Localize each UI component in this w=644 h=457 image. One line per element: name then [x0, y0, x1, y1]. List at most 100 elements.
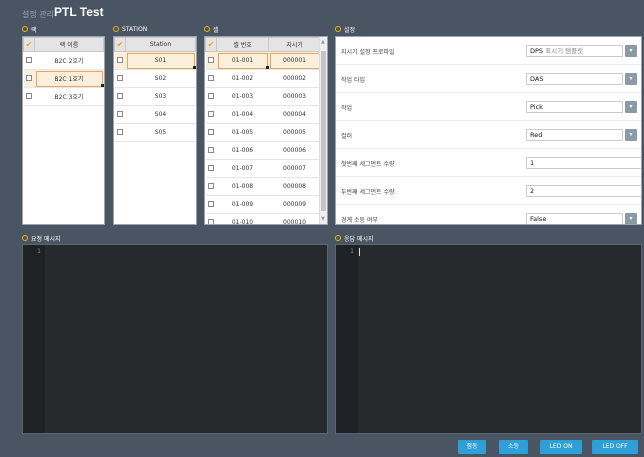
- cell-number: 01-007: [216, 159, 269, 178]
- setting-dropdown[interactable]: Pick: [526, 101, 623, 113]
- station-table: ✔ Station S01 S02 S03 S04 S05: [114, 37, 196, 142]
- cell-row[interactable]: 01-005 000005: [205, 123, 321, 142]
- setting-input[interactable]: 1: [526, 157, 641, 169]
- section-dot-icon: [22, 235, 28, 241]
- setting-dropdown[interactable]: DPS 표시기 템플릿: [526, 45, 623, 57]
- indicator-id: 000006: [268, 141, 321, 160]
- checkbox-icon: [208, 74, 214, 81]
- row-checkbox[interactable]: [205, 69, 217, 88]
- request-message-editor[interactable]: 1: [22, 244, 328, 434]
- cell-table-scrollbar[interactable]: ▲ ▼: [319, 37, 327, 224]
- checkbox-icon: [26, 92, 32, 99]
- cell-number: 01-001: [216, 51, 269, 70]
- cell-row[interactable]: 01-001 000001: [205, 51, 321, 70]
- setting-dropdown[interactable]: False: [526, 213, 623, 224]
- row-checkbox[interactable]: [205, 159, 217, 178]
- checkbox-icon: [208, 146, 214, 153]
- row-checkbox[interactable]: [114, 87, 126, 106]
- setting-hint: 표시기 템플릿: [543, 47, 584, 55]
- title-bar: 설정 관리 PTL Test: [0, 0, 644, 22]
- row-checkbox[interactable]: [205, 123, 217, 142]
- dropdown-toggle-button[interactable]: ▾: [625, 73, 637, 85]
- row-checkbox[interactable]: [114, 123, 126, 142]
- led-on-button[interactable]: LED ON: [540, 440, 582, 454]
- dropdown-toggle-button[interactable]: ▾: [625, 129, 637, 141]
- checkbox-icon: [208, 128, 214, 135]
- checkbox-icon: [208, 110, 214, 117]
- select-all-checkbox[interactable]: ✔: [205, 37, 217, 52]
- row-checkbox[interactable]: [114, 69, 126, 88]
- indicator-id: 000001: [268, 51, 321, 70]
- station-table-panel: ✔ Station S01 S02 S03 S04 S05: [113, 36, 197, 225]
- indicator-id: 000009: [268, 195, 321, 214]
- checkbox-icon: [26, 56, 32, 63]
- cell-number-header: 셀 번호: [216, 37, 269, 52]
- dropdown-toggle-button[interactable]: ▾: [625, 101, 637, 113]
- rack-row[interactable]: B2C 2호기: [23, 51, 104, 70]
- station-name: S05: [125, 123, 196, 142]
- rack-row[interactable]: B2C 3호기: [23, 87, 104, 106]
- cell-number: 01-002: [216, 69, 269, 88]
- cell-row[interactable]: 01-003 000003: [205, 87, 321, 106]
- station-row[interactable]: S02: [114, 69, 196, 88]
- indicator-id: 000005: [268, 123, 321, 142]
- rack-row[interactable]: B2C 1호기: [23, 69, 104, 88]
- cell-row[interactable]: 01-010 000010: [205, 213, 321, 224]
- row-checkbox[interactable]: [205, 141, 217, 160]
- led-off-button[interactable]: LED OFF: [592, 440, 638, 454]
- row-checkbox[interactable]: [205, 213, 217, 224]
- row-checkbox[interactable]: [205, 105, 217, 124]
- checkbox-icon: [117, 74, 123, 81]
- scroll-down-icon[interactable]: ▼: [321, 216, 325, 222]
- cell-row[interactable]: 01-009 000009: [205, 195, 321, 214]
- chevron-down-icon: ▾: [629, 47, 633, 54]
- cell-row[interactable]: 01-007 000007: [205, 159, 321, 178]
- dropdown-toggle-button[interactable]: ▾: [625, 213, 637, 224]
- cell-row[interactable]: 01-006 000006: [205, 141, 321, 160]
- station-row[interactable]: S04: [114, 105, 196, 124]
- cell-number: 01-006: [216, 141, 269, 160]
- setting-dropdown[interactable]: Red: [526, 129, 623, 141]
- chevron-down-icon: ▾: [629, 75, 633, 82]
- select-all-checkbox[interactable]: ✔: [23, 37, 35, 52]
- setting-row: 컬러 Red ▾: [336, 121, 641, 149]
- station-name: S01: [125, 51, 196, 70]
- row-checkbox[interactable]: [114, 105, 126, 124]
- line-number: 1: [37, 248, 41, 255]
- row-checkbox[interactable]: [205, 195, 217, 214]
- cell-row[interactable]: 01-008 000008: [205, 177, 321, 196]
- indicator-id: 000002: [268, 69, 321, 88]
- station-row[interactable]: S03: [114, 87, 196, 106]
- light-on-button[interactable]: 점등: [458, 440, 486, 454]
- row-checkbox[interactable]: [114, 51, 126, 70]
- cell-row[interactable]: 01-004 000004: [205, 105, 321, 124]
- setting-label: 작업 타입: [341, 77, 365, 84]
- setting-dropdown[interactable]: DAS: [526, 73, 623, 85]
- scroll-up-icon[interactable]: ▲: [321, 39, 325, 45]
- station-row[interactable]: S05: [114, 123, 196, 142]
- row-checkbox[interactable]: [23, 87, 35, 106]
- light-off-button[interactable]: 소등: [499, 440, 528, 454]
- row-checkbox[interactable]: [205, 51, 217, 70]
- cell-number: 01-004: [216, 105, 269, 124]
- section-dot-icon: [204, 26, 210, 32]
- row-checkbox[interactable]: [23, 69, 35, 88]
- checkbox-icon: [117, 110, 123, 117]
- rack-table: ✔ 랙 이름 B2C 2호기 B2C 1호기 B2C 3호기: [23, 37, 104, 106]
- checkbox-icon: [117, 128, 123, 135]
- row-checkbox[interactable]: [205, 177, 217, 196]
- setting-row: 첫번째 세그먼트 수량 1: [336, 149, 641, 177]
- cell-row[interactable]: 01-002 000002: [205, 69, 321, 88]
- scroll-thumb[interactable]: [321, 51, 326, 211]
- select-all-checkbox[interactable]: ✔: [114, 37, 126, 52]
- rack-name-header: 랙 이름: [34, 37, 104, 52]
- response-message-editor[interactable]: 1: [335, 244, 642, 434]
- station-row[interactable]: S01: [114, 51, 196, 70]
- row-checkbox[interactable]: [205, 87, 217, 106]
- setting-row: 두번째 세그먼트 수량 2: [336, 177, 641, 205]
- dropdown-toggle-button[interactable]: ▾: [625, 45, 637, 57]
- row-checkbox[interactable]: [23, 51, 35, 70]
- setting-input[interactable]: 2: [526, 185, 641, 197]
- checkbox-icon: [208, 182, 214, 189]
- section-dot-icon: [22, 26, 28, 32]
